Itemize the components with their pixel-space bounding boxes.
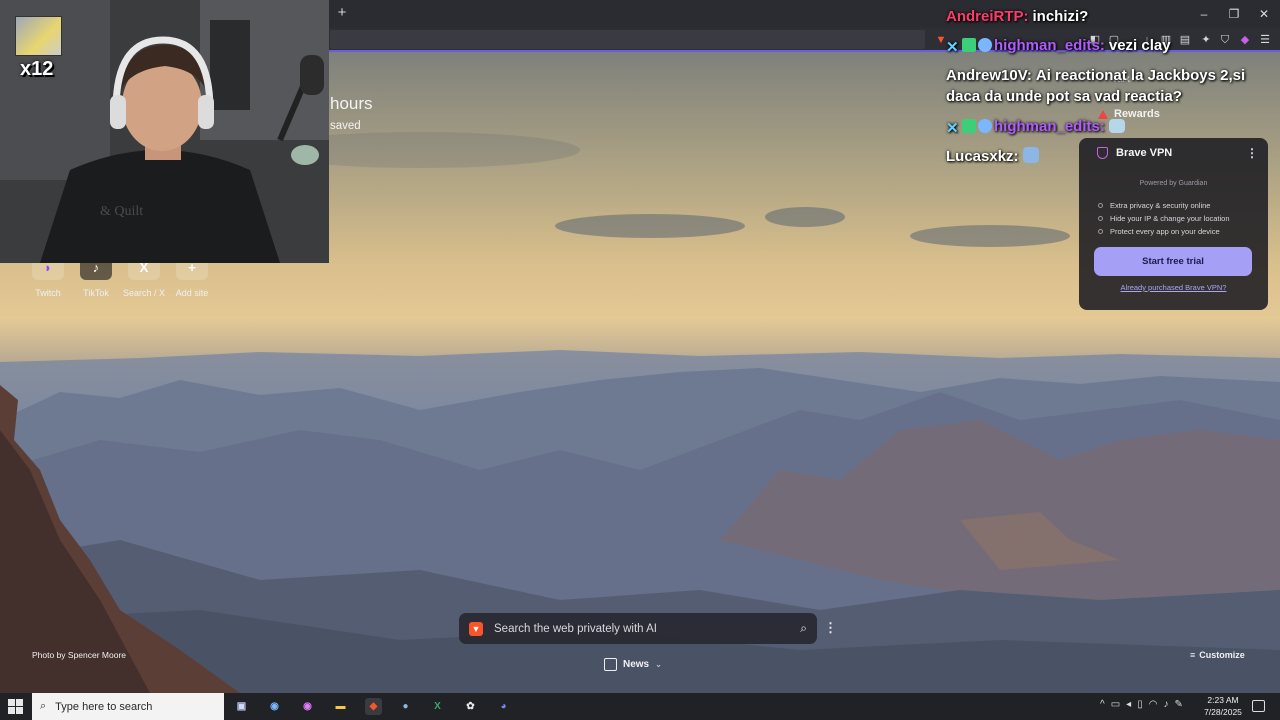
wifi-icon[interactable]: ◠ xyxy=(1149,699,1158,710)
emote-icon xyxy=(1108,119,1125,133)
chat-username: Lucasxkz: xyxy=(946,148,1019,165)
windows-start-icon[interactable] xyxy=(8,699,23,714)
chat-username: Andrew10V: xyxy=(946,67,1032,84)
copilot-icon[interactable]: ◉ xyxy=(266,698,283,715)
vpn-shield-icon xyxy=(1097,147,1108,159)
subscriber-badge-icon xyxy=(962,119,976,133)
vpn-feature: Hide your IP & change your location xyxy=(1098,214,1230,223)
customize-button[interactable]: ≡ Customize xyxy=(1190,650,1245,660)
already-purchased-link[interactable]: Already purchased Brave VPN? xyxy=(1079,283,1268,292)
bullet-icon xyxy=(1098,203,1103,208)
new-tab-button[interactable]: + xyxy=(334,5,350,21)
top-site-label: TikTok xyxy=(83,288,109,298)
restore-button[interactable]: ❐ xyxy=(1226,6,1242,22)
brave-logo-icon: ▼ xyxy=(469,621,483,636)
vpn-feature-text: Extra privacy & security online xyxy=(1110,201,1211,210)
notification-icon[interactable] xyxy=(1252,700,1265,712)
close-button[interactable]: ✕ xyxy=(1256,6,1272,22)
leo-ai-icon[interactable]: ✦ xyxy=(1199,33,1213,47)
svg-text:& Quilt: & Quilt xyxy=(100,204,143,219)
brave-browser-icon[interactable]: ◆ xyxy=(365,698,382,715)
search-input[interactable]: Search the web privately with AI xyxy=(494,623,800,635)
vpn-feature-text: Protect every app on your device xyxy=(1110,227,1220,236)
taskbar-search-box[interactable]: ⌕ Type here to search xyxy=(32,693,224,720)
chevron-down-icon: ⌄ xyxy=(655,660,662,669)
rewards-icon[interactable]: ◆ xyxy=(1238,33,1252,47)
sword-badge-icon: ✕ xyxy=(946,39,959,56)
sliders-icon: ≡ xyxy=(1190,650,1196,660)
more-options-icon[interactable]: ⋮ xyxy=(824,620,837,636)
chat-username: highman_edits: xyxy=(994,118,1105,135)
taskbar-clock[interactable]: 2:23 AM 7/28/2025 xyxy=(1200,695,1246,718)
top-site-label: Search / X xyxy=(122,288,166,298)
emote-icon xyxy=(1022,147,1039,163)
news-button[interactable]: News ⌄ xyxy=(604,658,662,671)
stats-saved-label: saved xyxy=(330,120,361,132)
vpn-feature-text: Hide your IP & change your location xyxy=(1110,214,1230,223)
copilot-alt-icon[interactable]: ◉ xyxy=(299,698,316,715)
speaker-icon[interactable]: ◂ xyxy=(1126,699,1131,710)
chat-message: ✕ highman_edits: vezi clay xyxy=(946,35,1171,56)
system-tray: ^ ▭ ◂ ▯ ◠ ♪ ✎ xyxy=(1100,699,1183,710)
multiplier-badge: x12 xyxy=(20,58,54,80)
emote-badge-icon xyxy=(978,38,992,52)
minimize-button[interactable]: – xyxy=(1196,6,1212,22)
bullet-icon xyxy=(1098,229,1103,234)
chat-username: AndreiRTP: xyxy=(946,8,1029,25)
vpn-feature: Extra privacy & security online xyxy=(1098,201,1210,210)
clock-time: 2:23 AM xyxy=(1207,695,1239,705)
volume-icon[interactable]: ♪ xyxy=(1163,699,1168,710)
emote-badge-icon xyxy=(978,119,992,133)
taskbar-search-input[interactable]: Type here to search xyxy=(55,701,152,713)
chat-message: Lucasxkz: xyxy=(946,146,1041,167)
vpn-powered-by: Powered by Guardian xyxy=(1139,180,1208,187)
vpn-menu-icon[interactable]: ⋮ xyxy=(1246,146,1258,160)
vpn-shield-icon[interactable]: ⛉ xyxy=(1218,33,1232,47)
webcam-overlay: & Quilt x12 xyxy=(0,0,329,263)
stats-hours-label: hours xyxy=(330,94,373,113)
chat-message: AndreiRTP: inchizi? xyxy=(946,6,1088,27)
chat-message: ✕ highman_edits: xyxy=(946,116,1127,137)
steam-icon[interactable]: ● xyxy=(397,698,414,715)
start-free-trial-button[interactable]: Start free trial xyxy=(1094,247,1252,276)
subscriber-avatar xyxy=(15,16,62,56)
vpn-title: Brave VPN xyxy=(1116,147,1173,159)
chat-username: highman_edits: xyxy=(994,37,1105,54)
search-icon: ⌕ xyxy=(40,700,47,712)
search-icon[interactable]: ⌕ xyxy=(800,621,807,636)
chevron-up-icon[interactable]: ^ xyxy=(1100,699,1105,710)
news-label: News xyxy=(623,659,650,670)
newspaper-icon xyxy=(604,658,617,671)
vpn-header: Brave VPN xyxy=(1097,147,1172,159)
pen-icon[interactable]: ✎ xyxy=(1174,699,1182,710)
chatgpt-icon[interactable]: ✿ xyxy=(462,698,479,715)
sword-badge-icon: ✕ xyxy=(946,120,959,137)
photo-credit[interactable]: Photo by Spencer Moore xyxy=(32,650,126,660)
subscriber-badge-icon xyxy=(962,38,976,52)
top-site-label: Add site xyxy=(175,288,209,298)
chat-text: vezi clay xyxy=(1108,37,1171,54)
discord-icon[interactable]: ◕ xyxy=(495,698,512,715)
clock-date: 7/28/2025 xyxy=(1204,706,1242,717)
top-site-label: Twitch xyxy=(35,288,61,298)
excel-icon[interactable]: X xyxy=(429,698,446,715)
bullet-icon xyxy=(1098,216,1103,221)
search-box[interactable]: ▼ Search the web privately with AI ⌕ xyxy=(459,613,817,644)
task-view-icon[interactable]: ▣ xyxy=(233,698,250,715)
menu-icon[interactable]: ☰ xyxy=(1258,33,1272,47)
address-bar[interactable] xyxy=(330,30,925,49)
network-icon[interactable]: ▭ xyxy=(1111,699,1120,710)
wallet-icon[interactable]: ▤ xyxy=(1178,33,1192,47)
file-explorer-icon[interactable]: ▬ xyxy=(332,698,349,715)
brave-vpn-panel: Brave VPN ⋮ Powered by Guardian Extra pr… xyxy=(1079,138,1268,310)
customize-label: Customize xyxy=(1199,650,1245,660)
windows-taskbar: ⌕ Type here to search ▣ ◉ ◉ ▬ ◆ ● X ✿ ◕ … xyxy=(0,693,1280,720)
chat-message: Andrew10V: Ai reactionat la Jackboys 2,si… xyxy=(946,65,1266,107)
chat-text: inchizi? xyxy=(1032,8,1089,25)
vpn-feature: Protect every app on your device xyxy=(1098,227,1220,236)
battery-icon[interactable]: ▯ xyxy=(1137,699,1143,710)
